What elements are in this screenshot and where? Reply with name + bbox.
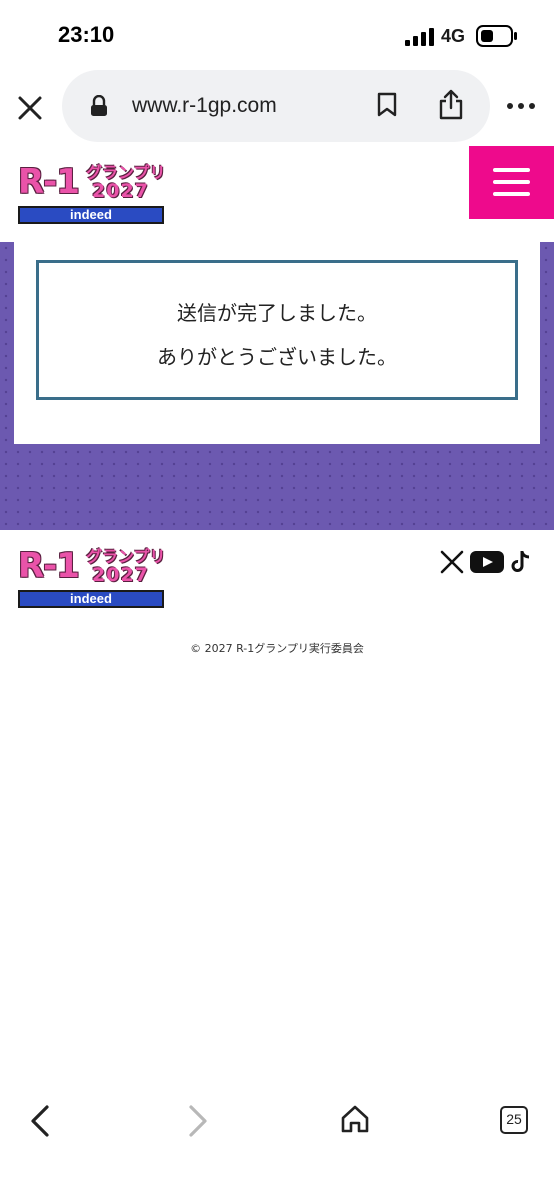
lock-icon <box>91 95 107 116</box>
message-box: 送信が完了しました。 ありがとうございました。 <box>36 260 518 400</box>
message-line-1: 送信が完了しました。 <box>177 301 377 325</box>
logo-year: 2027 <box>92 180 149 202</box>
share-icon[interactable] <box>438 88 464 120</box>
bookmark-icon[interactable] <box>376 92 398 118</box>
logo-sponsor: indeed <box>18 590 164 608</box>
url-text[interactable]: www.r-1gp.com <box>132 94 277 118</box>
site-logo[interactable]: R-1 グランプリ 2027 indeed <box>18 162 166 226</box>
home-icon[interactable] <box>340 1104 370 1134</box>
logo-r1: R-1 <box>18 546 80 586</box>
youtube-icon[interactable] <box>470 550 504 574</box>
content-card: 送信が完了しました。 ありがとうございました。 <box>14 242 540 444</box>
tiktok-icon[interactable] <box>511 550 531 574</box>
more-icon[interactable] <box>506 102 536 110</box>
back-icon[interactable] <box>28 1104 52 1138</box>
close-icon[interactable] <box>14 92 46 124</box>
footer-logo[interactable]: R-1 グランプリ 2027 indeed <box>18 546 166 610</box>
site-header: R-1 グランプリ 2027 indeed <box>0 146 554 242</box>
hamburger-icon <box>493 168 530 172</box>
bottom-toolbar: 25 <box>0 1088 554 1199</box>
forward-icon[interactable] <box>186 1104 210 1138</box>
logo-year: 2027 <box>92 564 149 586</box>
signal-icon <box>405 28 434 46</box>
site-footer: R-1 グランプリ 2027 indeed © 2027 R-1グランプリ実行委… <box>0 530 554 680</box>
message-line-2: ありがとうございました。 <box>157 345 397 369</box>
battery-icon <box>476 25 517 47</box>
network-type: 4G <box>441 26 466 46</box>
browser-bar: www.r-1gp.com <box>0 66 554 146</box>
status-bar: 23:10 4G <box>0 0 554 66</box>
status-time: 23:10 <box>58 22 115 47</box>
tabs-button[interactable]: 25 <box>500 1106 528 1134</box>
logo-sponsor: indeed <box>18 206 164 224</box>
hamburger-menu-button[interactable] <box>469 146 554 219</box>
content-section: 送信が完了しました。 ありがとうございました。 <box>0 242 554 530</box>
address-bar[interactable]: www.r-1gp.com <box>62 70 490 142</box>
copyright-text: © 2027 R-1グランプリ実行委員会 <box>190 642 364 655</box>
x-icon[interactable] <box>440 550 464 574</box>
logo-r1: R-1 <box>18 162 80 202</box>
